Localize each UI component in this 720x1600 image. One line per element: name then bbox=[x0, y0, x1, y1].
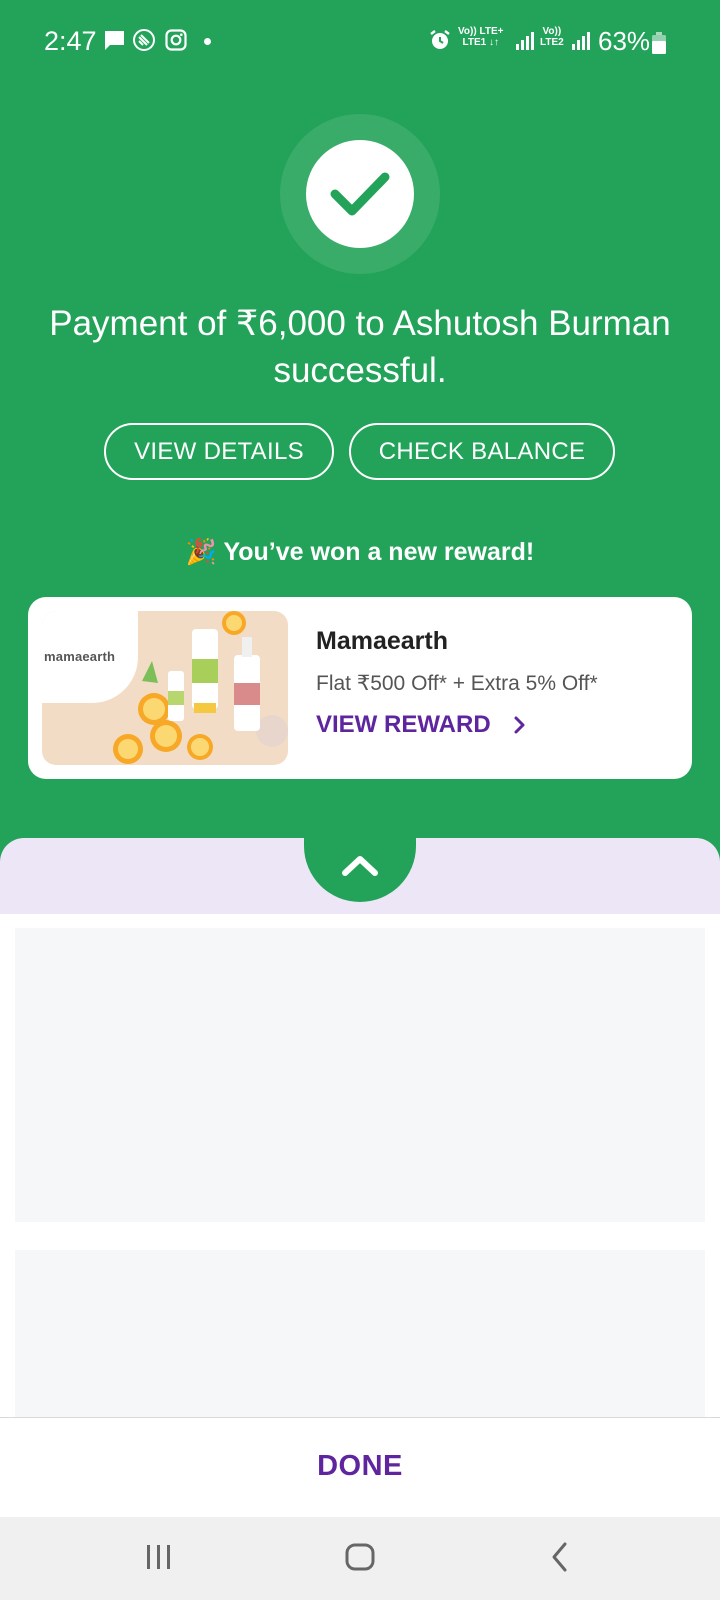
recents-icon[interactable] bbox=[144, 1537, 174, 1577]
content-placeholder bbox=[15, 1250, 705, 1418]
notification-dot bbox=[204, 38, 211, 45]
view-reward-button[interactable]: VIEW REWARD bbox=[316, 711, 527, 739]
back-icon[interactable] bbox=[548, 1537, 572, 1577]
view-details-button[interactable]: VIEW DETAILS bbox=[104, 423, 334, 480]
alarm-icon bbox=[430, 30, 450, 49]
content-placeholder bbox=[15, 928, 705, 1222]
reward-offer: Flat ₹500 Off* + Extra 5% Off* bbox=[316, 672, 598, 695]
stacked-app-icon bbox=[133, 29, 155, 51]
check-icon bbox=[330, 172, 390, 216]
brand-logo-tab: mamaearth bbox=[42, 611, 138, 703]
system-navigation-bar bbox=[0, 1517, 720, 1600]
reward-headline: 🎉 You’ve won a new reward! bbox=[185, 538, 535, 566]
status-bar: 2:47 Vo)) LTE+ LTE1 ↓↑ Vo)) LTE2 63% bbox=[0, 0, 720, 84]
signal-icon bbox=[516, 32, 534, 50]
status-time: 2:47 bbox=[44, 26, 97, 56]
battery-icon bbox=[652, 32, 666, 54]
done-button[interactable]: DONE bbox=[0, 1450, 720, 1483]
bottom-action-bar: DONE bbox=[0, 1417, 720, 1517]
message-icon bbox=[104, 31, 124, 50]
reward-card[interactable]: mamaearth Mamaearth Flat ₹500 Off* + Ext… bbox=[28, 597, 692, 779]
sim2-network: Vo)) LTE2 bbox=[540, 26, 564, 48]
home-icon[interactable] bbox=[343, 1537, 377, 1577]
signal-icon bbox=[572, 32, 590, 50]
reward-banner-image: mamaearth bbox=[42, 611, 288, 765]
chevron-right-icon bbox=[514, 716, 525, 734]
chevron-up-icon bbox=[342, 856, 378, 876]
sim1-network: Vo)) LTE+ LTE1 ↓↑ bbox=[458, 26, 504, 48]
check-balance-button[interactable]: CHECK BALANCE bbox=[349, 423, 615, 480]
reward-title: Mamaearth bbox=[316, 627, 448, 655]
brand-logo: mamaearth bbox=[44, 649, 116, 664]
battery-percent: 63% bbox=[598, 26, 651, 56]
instagram-icon bbox=[165, 29, 187, 51]
payment-success-message: Payment of ₹6,000 to Ashutosh Burman suc… bbox=[49, 304, 671, 390]
success-badge bbox=[306, 140, 414, 248]
view-reward-label: VIEW REWARD bbox=[316, 711, 491, 738]
